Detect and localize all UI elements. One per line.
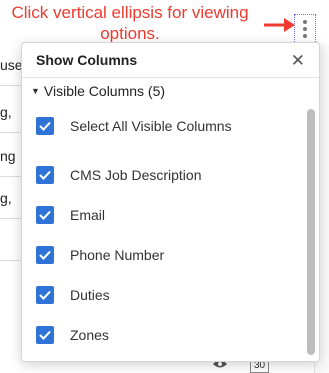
column-option-label: Zones (70, 327, 109, 343)
checkbox[interactable] (36, 246, 54, 264)
column-option-email[interactable]: Email (36, 206, 105, 224)
vertical-ellipsis-button[interactable] (294, 14, 316, 44)
row-text: use (0, 57, 23, 73)
checkbox[interactable] (36, 286, 54, 304)
vertical-ellipsis-icon (303, 20, 307, 38)
annotation-callout: Click vertical ellipsis for viewing opti… (11, 3, 249, 43)
row-text: g, (0, 104, 12, 120)
section-title: Visible Columns (5) (43, 83, 166, 99)
row-text: g, (0, 190, 12, 206)
checkmark-icon (39, 210, 51, 220)
column-option-cms-job-description[interactable]: CMS Job Description (36, 166, 202, 184)
column-option-label: Duties (70, 287, 110, 303)
column-option-label: Select All Visible Columns (70, 118, 232, 134)
popover-header: Show Columns ✕ (22, 43, 319, 78)
column-option-label: Email (70, 207, 106, 223)
checkbox[interactable] (36, 326, 54, 344)
column-option-label: Phone Number (70, 247, 165, 263)
column-option-duties[interactable]: Duties (36, 286, 110, 304)
arrow-icon (264, 18, 295, 32)
checkbox[interactable] (36, 206, 54, 224)
visible-columns-toggle[interactable]: ▼ Visible Columns (5) (31, 83, 165, 99)
show-columns-popover: Show Columns ✕ ▼ Visible Columns (5) Sel… (21, 42, 320, 362)
checkmark-icon (39, 170, 51, 180)
scrollbar-thumb[interactable] (307, 109, 315, 355)
checkmark-icon (39, 330, 51, 340)
checkbox[interactable] (36, 117, 54, 135)
caret-down-icon: ▼ (31, 86, 40, 96)
checkmark-icon (39, 121, 51, 131)
checkbox[interactable] (36, 166, 54, 184)
column-option-label: CMS Job Description (70, 167, 202, 183)
popover-title: Show Columns (36, 52, 138, 68)
column-option-phone-number[interactable]: Phone Number (36, 246, 164, 264)
column-option-select-all[interactable]: Select All Visible Columns (36, 117, 232, 135)
row-text: ng (0, 148, 16, 164)
column-option-zones[interactable]: Zones (36, 326, 109, 344)
checkmark-icon (39, 290, 51, 300)
close-icon[interactable]: ✕ (291, 52, 305, 69)
scrollbar[interactable] (307, 109, 315, 355)
checkmark-icon (39, 250, 51, 260)
